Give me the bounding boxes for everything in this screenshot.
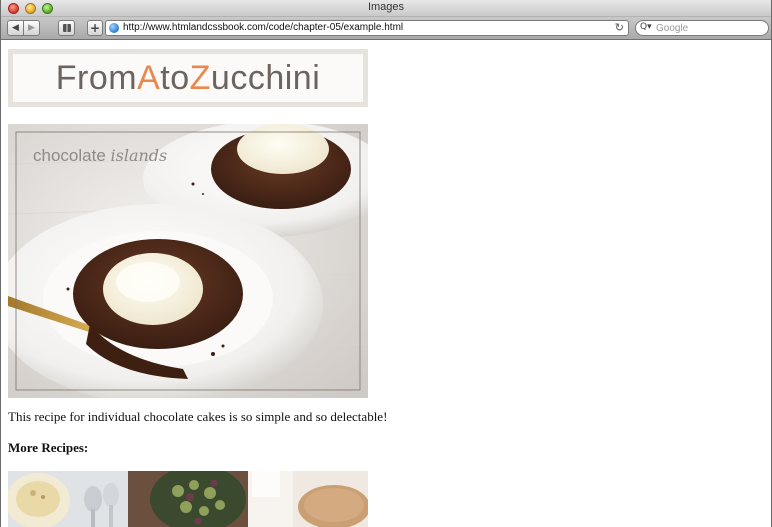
- browser-window: Images ◀ ▶ + http://www.htmlandcssbook.c…: [0, 0, 772, 527]
- logo-part-1: From: [55, 58, 138, 97]
- logo-accent-z: Z: [189, 58, 211, 97]
- search-bar[interactable]: Q▾: [635, 20, 769, 36]
- site-logo[interactable]: From A to Zucchini: [8, 49, 368, 107]
- browser-toolbar: ◀ ▶ + http://www.htmlandcssbook.com/code…: [1, 17, 771, 40]
- globe-icon: [109, 23, 119, 33]
- hero-caption-word-1: chocolate: [33, 146, 111, 165]
- back-arrow-icon: ◀: [12, 23, 19, 33]
- forward-button[interactable]: ▶: [23, 20, 40, 36]
- book-icon: [62, 24, 71, 32]
- back-button[interactable]: ◀: [7, 20, 24, 36]
- recipe-thumbnails: [8, 471, 368, 527]
- magnifier-icon[interactable]: Q▾: [640, 22, 652, 32]
- logo-part-3: ucchini: [210, 58, 321, 97]
- hero-caption: chocolate islands: [33, 146, 167, 166]
- logo-text: From A to Zucchini: [13, 54, 363, 102]
- search-input[interactable]: [656, 21, 761, 35]
- page-content: From A to Zucchini chocolate islands Thi…: [1, 40, 771, 527]
- hero-caption-word-2: islands: [110, 146, 168, 165]
- logo-part-2: to: [160, 58, 190, 97]
- forward-arrow-icon: ▶: [28, 23, 35, 33]
- bookmarks-button[interactable]: [58, 20, 75, 36]
- address-bar[interactable]: http://www.htmlandcssbook.com/code/chapt…: [105, 20, 629, 36]
- hero-image: chocolate islands: [8, 124, 368, 398]
- reload-icon[interactable]: ↻: [615, 21, 624, 34]
- add-bookmark-button[interactable]: +: [87, 20, 103, 36]
- recipe-thumbnail-soup[interactable]: [8, 471, 128, 527]
- recipe-thumbnail-cookie[interactable]: [248, 471, 368, 527]
- more-recipes-heading: More Recipes:: [8, 440, 89, 455]
- logo-accent-a: A: [137, 58, 161, 97]
- title-bar: Images: [1, 0, 771, 17]
- url-text[interactable]: http://www.htmlandcssbook.com/code/chapt…: [123, 22, 403, 33]
- recipe-thumbnail-figs[interactable]: [128, 471, 248, 527]
- recipe-description: This recipe for individual chocolate cak…: [8, 409, 388, 424]
- window-title: Images: [367, 1, 405, 13]
- plus-icon: +: [89, 21, 101, 35]
